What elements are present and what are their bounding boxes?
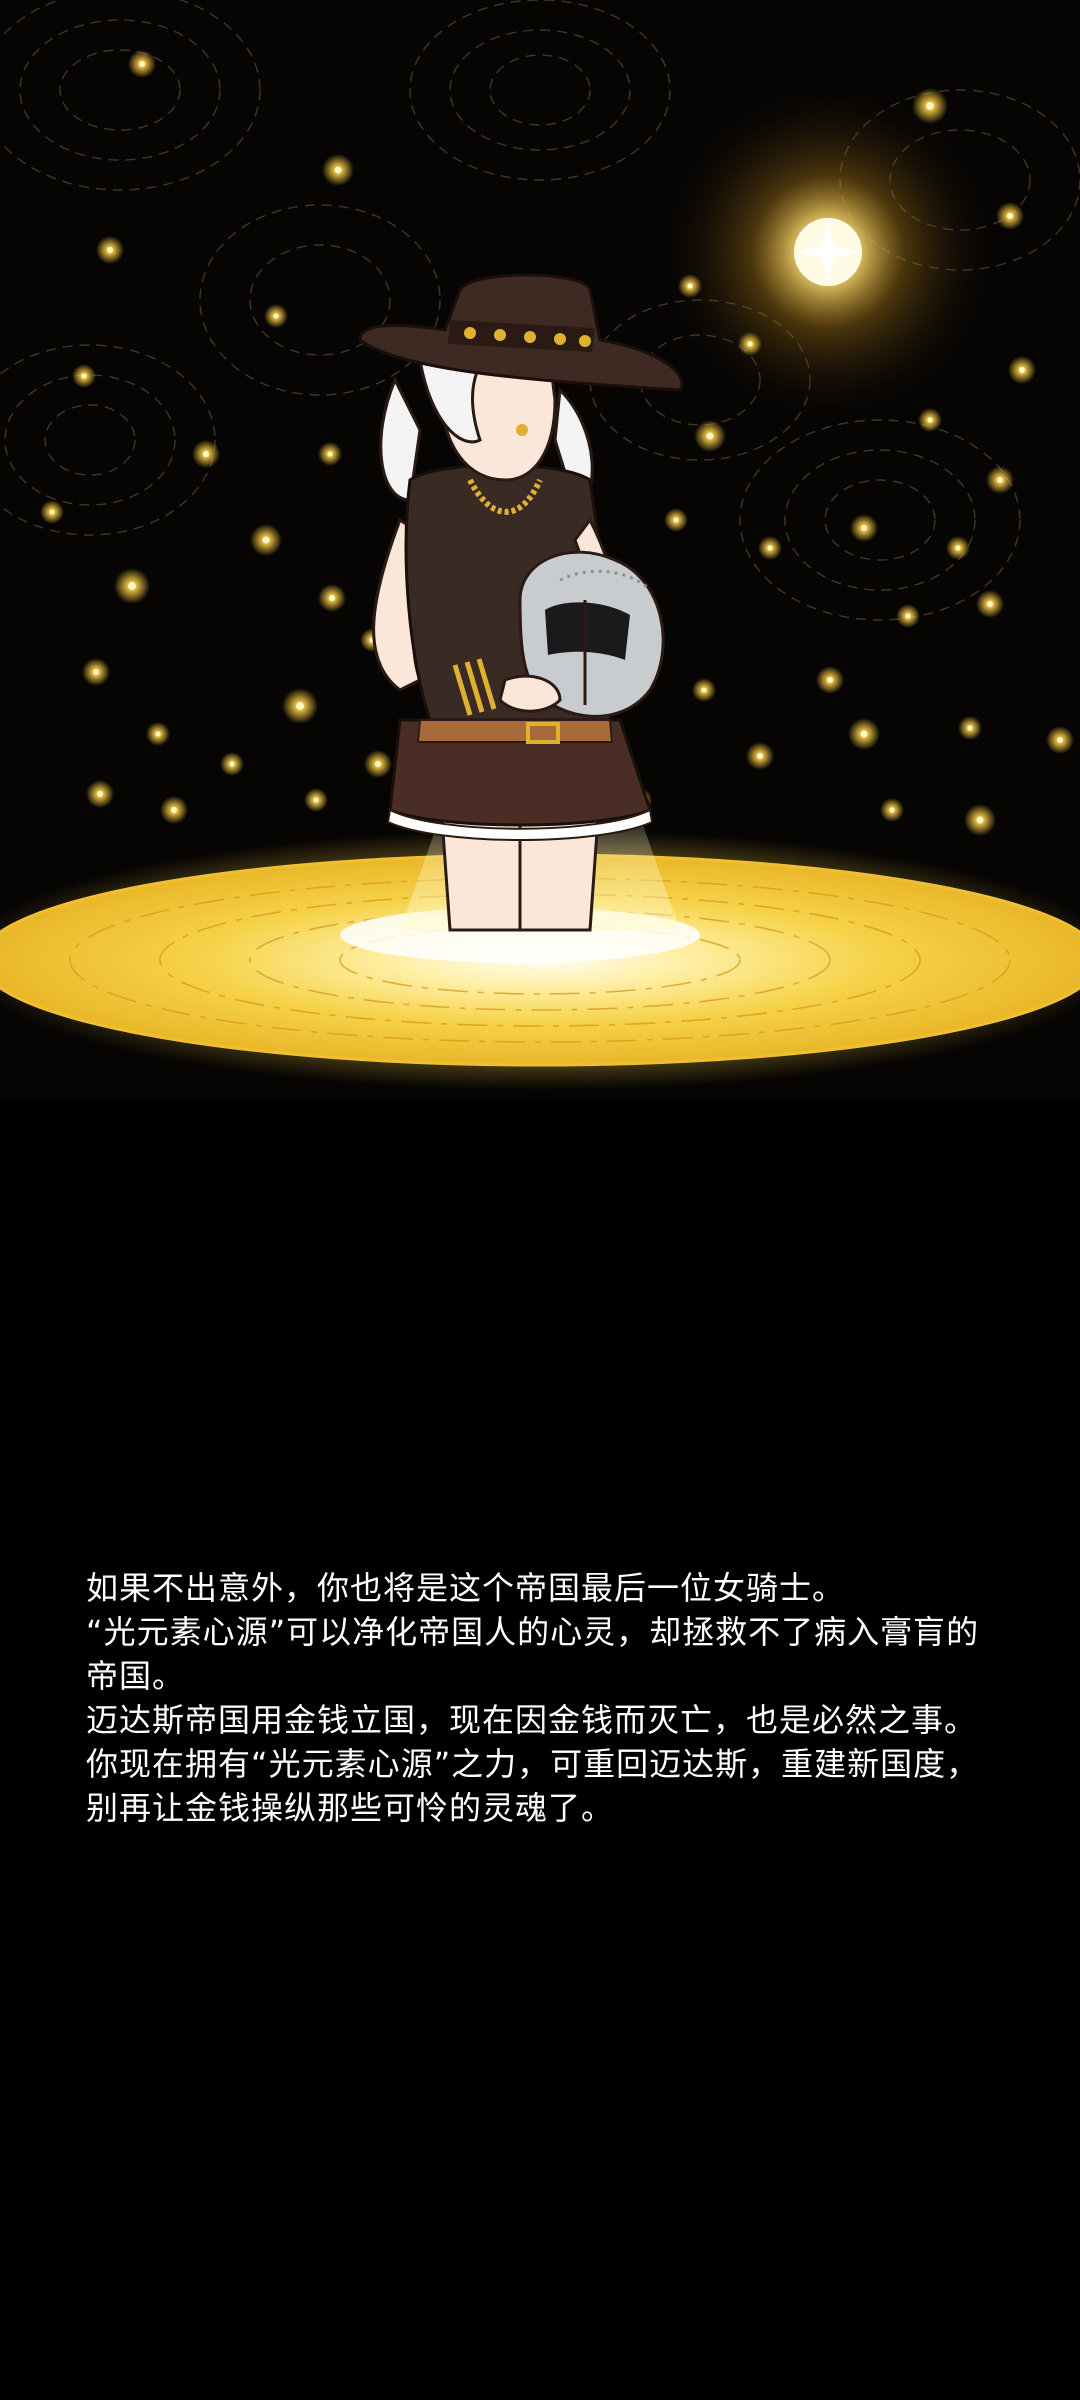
firefly-core [860,524,868,532]
firefly-core [273,313,279,319]
firefly-core [296,702,304,710]
firefly-core [327,451,333,457]
firefly-core [1006,212,1014,220]
firefly-core [155,731,161,737]
firefly-core [262,536,270,544]
firefly-core [92,668,100,676]
firefly-core [826,676,834,684]
story-line: 如果不出意外，你也将是这个帝国最后一位女骑士。 [86,1569,846,1607]
firefly-core [49,509,55,515]
firefly-core [996,476,1004,484]
firefly-core [706,432,714,440]
firefly-core [926,102,934,110]
firefly-core [955,545,961,551]
firefly-core [374,760,382,768]
firefly-core [756,752,764,760]
story-line: 你现在拥有“光元素心源”之力，可重回迈达斯，重建新国度， [86,1745,980,1783]
firefly-core [687,283,693,289]
firefly-core [229,761,235,767]
firefly-core [328,594,336,602]
firefly-core [889,807,895,813]
firefly-core [767,545,773,551]
firefly-core [202,450,210,458]
firefly-core [976,816,984,824]
firefly-core [905,613,911,619]
firefly-core [170,806,178,814]
firefly-core [138,60,146,68]
firefly-core [1056,736,1064,744]
firefly-core [747,341,753,347]
firefly-core [106,246,114,254]
firefly-core [1018,366,1026,374]
firefly-core [860,730,868,738]
glowing-sun-icon [658,82,998,422]
firefly-core [81,373,87,379]
firefly-core [96,790,104,798]
firefly-core [701,687,707,693]
story-line: 迈达斯帝国用金钱立国，现在因金钱而灭亡，也是必然之事。 [86,1701,978,1739]
story-illustration [0,0,1080,1100]
firefly-core [673,517,679,523]
story-text: 如果不出意外，你也将是这个帝国最后一位女骑士。 “光元素心源”可以净化帝国人的心… [86,1566,1006,1830]
firefly-core [128,582,136,590]
story-line: “光元素心源”可以净化帝国人的心灵，却拯救不了病入膏肓的帝国。 [86,1613,980,1695]
story-line: 别再让金钱操纵那些可怜的灵魂了。 [86,1789,615,1827]
firefly-core [986,600,994,608]
firefly-core [967,725,973,731]
firefly-core [313,797,319,803]
firefly-core [334,166,342,174]
firefly-core [927,417,933,423]
